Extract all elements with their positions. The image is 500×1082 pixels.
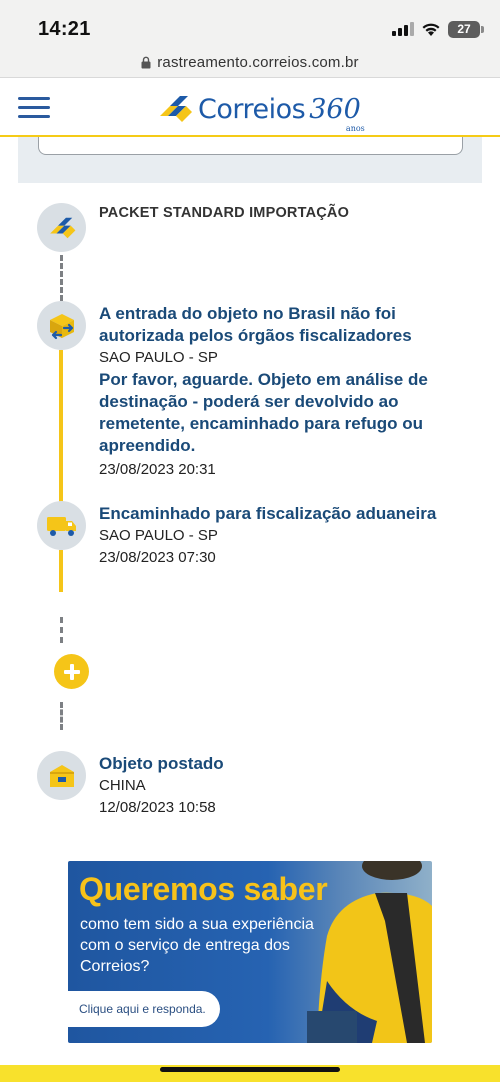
correios-logo-icon	[160, 96, 192, 122]
timeline-line	[59, 350, 63, 506]
logo-text: Correios	[198, 93, 306, 125]
event-location: SAO PAULO - SP	[99, 527, 218, 544]
timeline-dash	[60, 255, 63, 301]
battery-icon: 27	[448, 20, 484, 38]
event-location: SAO PAULO - SP	[99, 349, 218, 366]
home-indicator[interactable]	[160, 1067, 340, 1072]
event-location: CHINA	[99, 777, 146, 794]
timeline-dash	[60, 702, 63, 730]
banner-text: como tem sido a sua experiência com o se…	[80, 914, 340, 977]
status-time: 14:21	[38, 18, 91, 40]
correios-logo-icon	[37, 203, 86, 252]
hamburger-menu-icon[interactable]	[18, 97, 50, 121]
logo-anos: anos	[345, 123, 365, 133]
survey-button[interactable]: Clique aqui e responda.	[68, 991, 220, 1027]
address-bar[interactable]: rastreamento.correios.com.br	[0, 48, 500, 78]
timeline-dash	[60, 617, 63, 643]
survey-banner[interactable]: Queremos saber como tem sido a sua exper…	[68, 861, 432, 1043]
wifi-icon	[422, 23, 440, 36]
service-type-row: PACKET STANDARD IMPORTAÇÃO	[99, 205, 459, 221]
event-note-line: Por favor, aguarde. Objeto em análise de	[99, 370, 428, 389]
post-office-icon	[37, 751, 86, 800]
event-title-line: A entrada do objeto no Brasil não foi	[99, 304, 396, 323]
event-title-line: Objeto postado	[99, 754, 224, 773]
logo-360-number: 360	[309, 93, 361, 125]
event-note-line: remetente, encaminhado para refugo ou	[99, 414, 424, 433]
banner-headline: Queremos saber	[79, 871, 328, 907]
site-header: Correios 360 anos	[0, 79, 500, 137]
search-box-edge	[38, 137, 463, 155]
event-title-line: Encaminhado para fiscalização aduaneira	[99, 504, 437, 523]
tracking-event: A entrada do objeto no Brasil não foi au…	[99, 303, 459, 481]
search-panel	[18, 137, 482, 183]
expand-events-plus-icon[interactable]	[54, 654, 89, 689]
lock-icon	[141, 56, 151, 69]
url-text[interactable]: rastreamento.correios.com.br	[157, 54, 359, 71]
tracking-event: Encaminhado para fiscalização aduaneira …	[99, 503, 459, 569]
event-datetime: 23/08/2023 20:31	[99, 461, 216, 478]
event-datetime: 12/08/2023 10:58	[99, 799, 216, 816]
event-note-line: apreendido.	[99, 436, 196, 455]
service-type: PACKET STANDARD IMPORTAÇÃO	[99, 205, 350, 221]
status-icons: 27	[392, 19, 484, 39]
package-return-icon	[37, 301, 86, 350]
banner-text-line: Correios?	[80, 958, 150, 975]
signal-icon	[392, 22, 414, 36]
event-title-line: autorizada pelos órgãos fiscalizadores	[99, 326, 412, 345]
banner-text-line: como tem sido a sua experiência	[80, 916, 314, 933]
logo-360: 360 anos	[309, 93, 365, 133]
delivery-truck-icon	[37, 501, 86, 550]
correios-logo[interactable]: Correios 360 anos	[156, 89, 365, 133]
timeline-line	[59, 550, 63, 592]
tracking-event: Objeto postado CHINA 12/08/2023 10:58	[99, 753, 459, 819]
event-note-line: destinação - poderá ser devolvido ao	[99, 392, 399, 411]
banner-text-line: com o serviço de entrega dos	[80, 937, 290, 954]
status-bar: 14:21 27	[0, 0, 500, 48]
event-datetime: 23/08/2023 07:30	[99, 549, 216, 566]
